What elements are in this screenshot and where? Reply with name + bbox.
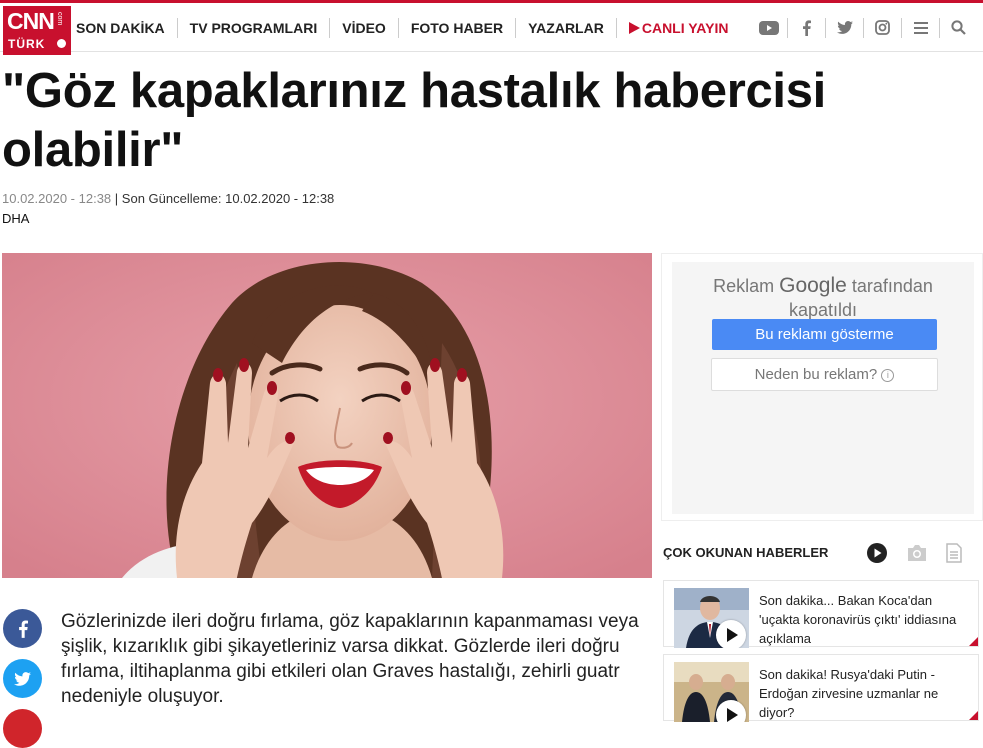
popular-item[interactable]: Son dakika! Rusya'daki Putin - Erdoğan z…	[663, 654, 979, 722]
social-links	[750, 3, 977, 52]
article-filter-icon[interactable]	[946, 543, 962, 563]
google-logo-text: Google	[779, 274, 847, 297]
article-lead: Gözlerinizde ileri doğru fırlama, göz ka…	[61, 611, 639, 707]
ad-text-after: tarafından	[851, 276, 933, 296]
article-hero-image	[2, 253, 652, 578]
logo-suffix-text: com	[56, 12, 63, 26]
ad-closed-message: Reklam Google tarafından kapatıldı	[672, 274, 974, 322]
ad-container: Reklam Google tarafından kapatıldı Bu re…	[661, 253, 983, 521]
mail-share-button[interactable]	[3, 709, 42, 748]
popular-item-corner	[969, 637, 978, 646]
popular-item[interactable]: Son dakika... Bakan Koca'dan 'uçakta kor…	[663, 580, 979, 648]
nav-item-son-dakika[interactable]: SON DAKİKA	[72, 18, 177, 38]
popular-item-thumbnail	[674, 662, 749, 722]
popular-filter-icons	[866, 542, 980, 564]
nav-item-tv-programlari[interactable]: TV PROGRAMLARI	[176, 17, 330, 38]
logo-dot	[57, 39, 66, 48]
play-icon	[716, 620, 746, 648]
nav-item-canli-yayin[interactable]: CANLI YAYIN	[615, 17, 741, 38]
publish-date: 10.02.2020 - 12:38	[2, 191, 112, 206]
popular-item-corner	[969, 711, 978, 720]
stop-ad-button[interactable]: Bu reklamı gösterme	[712, 319, 937, 350]
popular-item-title: Son dakika... Bakan Koca'dan 'uçakta kor…	[759, 593, 957, 646]
nav-item-video[interactable]: VİDEO	[329, 17, 398, 38]
video-filter-icon[interactable]	[866, 542, 888, 564]
info-icon: i	[881, 369, 895, 382]
twitter-share-button[interactable]	[3, 659, 42, 698]
instagram-icon[interactable]	[863, 17, 901, 38]
why-this-ad-button[interactable]: Neden bu reklam? i	[711, 358, 938, 391]
article-title: "Göz kapaklarınız hastalık habercisi ola…	[2, 64, 826, 177]
twitter-icon[interactable]	[825, 17, 863, 38]
logo-main-text: CNN	[7, 8, 55, 34]
photo-filter-icon[interactable]	[906, 544, 928, 562]
article-meta: 10.02.2020 - 12:38 | Son Güncelleme: 10.…	[2, 191, 334, 206]
cnn-turk-logo[interactable]: CNN com TÜRK	[3, 6, 71, 55]
nav-item-yazarlar[interactable]: YAZARLAR	[515, 17, 616, 38]
menu-icon[interactable]	[901, 17, 939, 38]
popular-item-thumbnail	[674, 588, 749, 648]
popular-item-title: Son dakika! Rusya'daki Putin - Erdoğan z…	[759, 667, 939, 720]
why-this-ad-label: Neden bu reklam?	[754, 366, 878, 383]
nav-item-foto-haber[interactable]: FOTO HABER	[397, 17, 515, 38]
search-icon[interactable]	[939, 17, 977, 38]
twitter-icon	[14, 671, 31, 686]
facebook-icon	[18, 620, 28, 638]
main-nav: SON DAKİKA TV PROGRAMLARI VİDEO FOTO HAB…	[72, 3, 740, 52]
youtube-icon[interactable]	[750, 18, 787, 38]
logo-sub-text: TÜRK	[8, 37, 46, 51]
ad-closed-panel: Reklam Google tarafından kapatıldı Bu re…	[672, 262, 974, 514]
live-label: CANLI YAYIN	[641, 19, 729, 36]
play-icon	[716, 700, 746, 722]
facebook-icon[interactable]	[787, 17, 825, 38]
facebook-share-button[interactable]	[3, 609, 42, 648]
ad-text-line2: kapatıldı	[788, 300, 858, 320]
ad-text-before: Reklam	[713, 276, 775, 296]
popular-heading: ÇOK OKUNAN HABERLER	[663, 545, 829, 560]
meta-separator: |	[114, 191, 119, 206]
updated-date: Son Güncelleme: 10.02.2020 - 12:38	[121, 191, 335, 206]
play-icon	[628, 21, 640, 34]
top-navigation-bar: CNN com TÜRK SON DAKİKA TV PROGRAMLARI V…	[0, 0, 983, 55]
article-source: DHA	[2, 211, 30, 226]
